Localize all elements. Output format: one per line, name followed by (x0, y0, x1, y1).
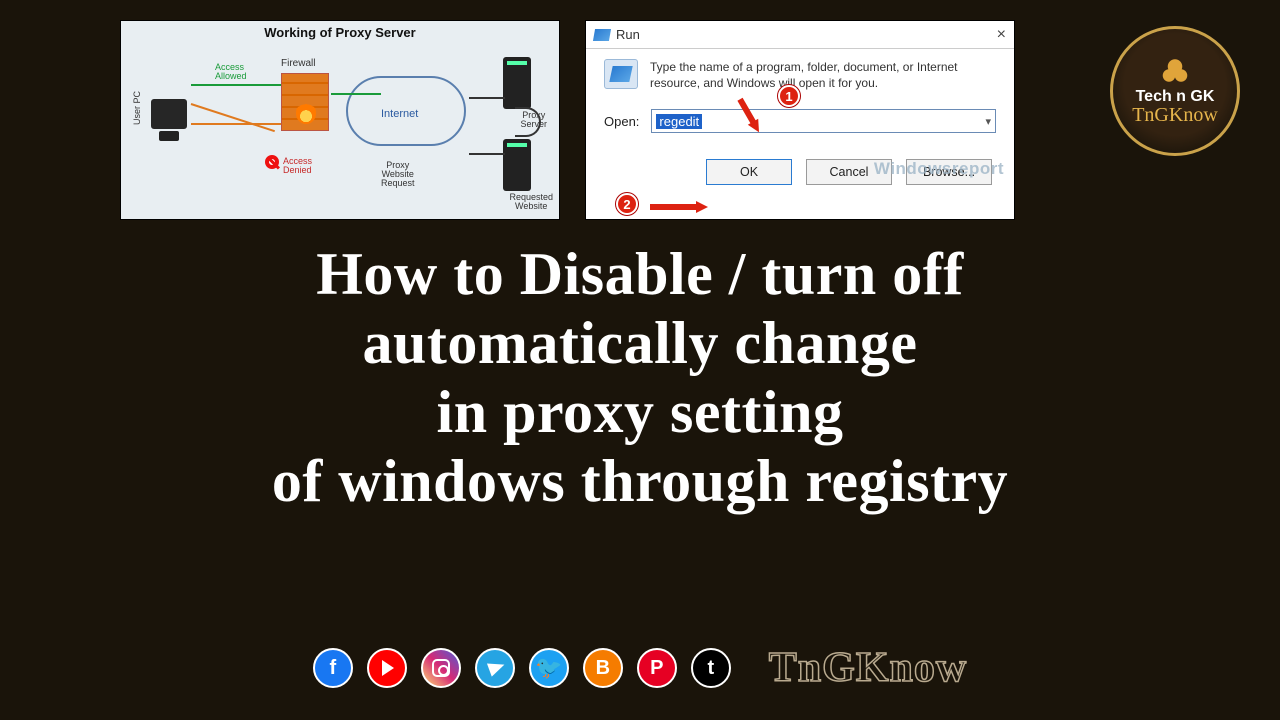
twitter-icon[interactable]: 🐦 (529, 648, 569, 688)
run-window-icon (593, 29, 611, 41)
arrow-line (469, 153, 505, 155)
run-titlebar: Run × (586, 21, 1014, 49)
title-line-3: in proxy setting (0, 378, 1280, 447)
facebook-glyph: f (329, 657, 336, 680)
proxy-request-label: Proxy Website Request (381, 161, 415, 188)
ok-button[interactable]: OK (706, 159, 792, 185)
camera-icon (432, 659, 450, 677)
arrow-line (191, 103, 275, 132)
proxy-diagram-title: Working of Proxy Server (121, 25, 559, 40)
callout-badge-2: 2 (616, 193, 638, 215)
access-denied-label: Access Denied (283, 157, 312, 175)
proxy-server-icon (503, 57, 531, 109)
paper-plane-icon (487, 658, 507, 677)
open-input-value: regedit (656, 114, 702, 129)
requested-website-icon (503, 139, 531, 191)
blogger-icon[interactable]: B (583, 648, 623, 688)
internet-label: Internet (381, 109, 418, 120)
watermark: Windowsreport (874, 159, 1004, 179)
tumblr-icon[interactable]: t (691, 648, 731, 688)
youtube-icon[interactable] (367, 648, 407, 688)
pinterest-icon[interactable]: P (637, 648, 677, 688)
top-row: Working of Proxy Server User PC Access A… (120, 20, 1020, 220)
open-input[interactable]: regedit ▾ (651, 109, 996, 133)
user-pc-label: User PC (133, 91, 142, 125)
close-icon[interactable]: × (997, 26, 1006, 44)
logo-text-2: TnGKnow (1132, 104, 1218, 127)
proxy-diagram-panel: Working of Proxy Server User PC Access A… (120, 20, 560, 220)
requested-website-label: Requested Website (509, 193, 553, 211)
facebook-icon[interactable]: f (313, 648, 353, 688)
brand-name: TnGKnow (769, 644, 967, 692)
social-row: f 🐦 B P t TnGKnow (0, 644, 1280, 692)
firewall-label: Firewall (281, 59, 315, 69)
arrow-line (469, 97, 505, 99)
run-dialog: Run × Type the name of a program, folder… (585, 20, 1015, 220)
ganesh-icon (1160, 56, 1190, 86)
arrow-line (331, 93, 381, 95)
instagram-icon[interactable] (421, 648, 461, 688)
run-title: Run (616, 27, 640, 42)
title-line-4: of windows through registry (0, 447, 1280, 516)
play-icon (382, 660, 394, 676)
run-description: Type the name of a program, folder, docu… (650, 59, 996, 91)
access-allowed-label: Access Allowed (215, 63, 247, 81)
user-pc-icon (151, 99, 187, 129)
callout-badge-1: 1 (778, 85, 800, 107)
chevron-down-icon[interactable]: ▾ (985, 115, 991, 128)
firewall-icon (281, 73, 329, 131)
pinterest-glyph: P (650, 657, 663, 680)
run-app-icon (604, 59, 638, 89)
telegram-icon[interactable] (475, 648, 515, 688)
loop-arrow-icon (515, 107, 541, 137)
callout-arrow-icon (696, 201, 708, 213)
channel-logo: Tech n GK TnGKnow (1110, 26, 1240, 156)
run-body: Type the name of a program, folder, docu… (586, 49, 1014, 185)
deny-icon (265, 155, 279, 169)
blogger-glyph: B (596, 657, 610, 680)
arrow-line (191, 123, 281, 125)
bird-icon: 🐦 (535, 657, 562, 679)
title-line-1: How to Disable / turn off (0, 240, 1280, 309)
open-label: Open: (604, 114, 639, 129)
arrow-line (191, 84, 281, 86)
title-line-2: automatically change (0, 309, 1280, 378)
tumblr-glyph: t (707, 657, 714, 680)
main-title: How to Disable / turn off automatically … (0, 240, 1280, 516)
